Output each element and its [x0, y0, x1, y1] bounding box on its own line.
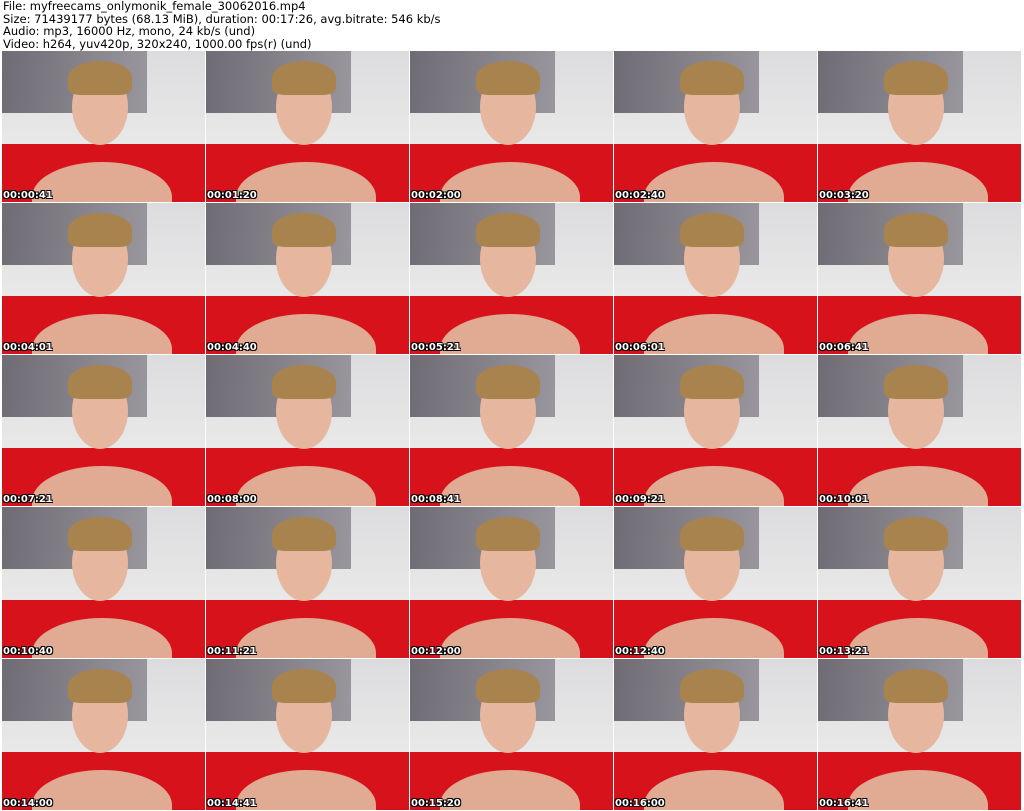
video-thumbnail: 00:07:21	[2, 355, 205, 506]
timestamp: 00:08:00	[207, 494, 257, 505]
video-thumbnail: 00:04:40	[206, 203, 409, 354]
timestamp: 00:04:01	[3, 342, 53, 353]
video-thumbnail: 00:06:41	[818, 203, 1021, 354]
person-hair	[272, 213, 336, 247]
video-thumbnail: 00:05:21	[410, 203, 613, 354]
timestamp: 00:10:40	[3, 646, 53, 657]
person-hair	[884, 517, 948, 551]
person-hair	[68, 365, 132, 399]
person-hair	[272, 365, 336, 399]
person-hair	[476, 365, 540, 399]
person-hair	[884, 213, 948, 247]
video-thumbnail: 00:14:00	[2, 659, 205, 810]
video-thumbnail: 00:09:21	[614, 355, 817, 506]
timestamp: 00:06:41	[819, 342, 869, 353]
video-thumbnail: 00:12:40	[614, 507, 817, 658]
video-thumbnail: 00:03:20	[818, 51, 1021, 202]
person-hair	[680, 61, 744, 95]
person-hair	[272, 61, 336, 95]
person-hair	[272, 669, 336, 703]
timestamp: 00:16:00	[615, 798, 665, 809]
video-thumbnail: 00:04:01	[2, 203, 205, 354]
person-hair	[476, 213, 540, 247]
video-thumbnail: 00:10:40	[2, 507, 205, 658]
video-thumbnail: 00:13:21	[818, 507, 1021, 658]
video-thumbnail: 00:16:00	[614, 659, 817, 810]
person-hair	[680, 517, 744, 551]
timestamp: 00:08:41	[411, 494, 461, 505]
timestamp: 00:11:21	[207, 646, 257, 657]
person-hair	[884, 365, 948, 399]
person-hair	[68, 213, 132, 247]
video-thumbnail: 00:15:20	[410, 659, 613, 810]
video-thumbnail: 00:00:41	[2, 51, 205, 202]
timestamp: 00:02:40	[615, 190, 665, 201]
person-hair	[680, 213, 744, 247]
thumbnail-grid: 00:00:41 00:01:20 00:02:00 00:02:40 00:03:20…	[2, 51, 1021, 810]
video-thumbnail: 00:16:41	[818, 659, 1021, 810]
video-thumbnail: 00:02:00	[410, 51, 613, 202]
timestamp: 00:15:20	[411, 798, 461, 809]
timestamp: 00:10:01	[819, 494, 869, 505]
video-thumbnail: 00:11:21	[206, 507, 409, 658]
timestamp: 00:14:41	[207, 798, 257, 809]
person-hair	[68, 517, 132, 551]
timestamp: 00:06:01	[615, 342, 665, 353]
person-hair	[680, 365, 744, 399]
video-thumbnail: 00:08:00	[206, 355, 409, 506]
video-thumbnail: 00:14:41	[206, 659, 409, 810]
timestamp: 00:12:00	[411, 646, 461, 657]
timestamp: 00:04:40	[207, 342, 257, 353]
timestamp: 00:01:20	[207, 190, 257, 201]
file-name: File: myfreecams_onlymonik_female_300620…	[3, 0, 306, 13]
video-info: Video: h264, yuv420p, 320x240, 1000.00 f…	[3, 36, 312, 51]
person-hair	[680, 669, 744, 703]
video-thumbnail: 00:08:41	[410, 355, 613, 506]
timestamp: 00:00:41	[3, 190, 53, 201]
video-thumbnail: 00:06:01	[614, 203, 817, 354]
person-hair	[68, 61, 132, 95]
video-thumbnail: 00:12:00	[410, 507, 613, 658]
person-hair	[884, 61, 948, 95]
timestamp: 00:14:00	[3, 798, 53, 809]
audio-info: Audio: mp3, 16000 Hz, mono, 24 kb/s (und…	[3, 24, 256, 38]
person-hair	[476, 517, 540, 551]
person-hair	[68, 669, 132, 703]
person-hair	[476, 61, 540, 95]
timestamp: 00:09:21	[615, 494, 665, 505]
person-hair	[476, 669, 540, 703]
person-hair	[272, 517, 336, 551]
timestamp: 00:05:21	[411, 342, 461, 353]
timestamp: 00:13:21	[819, 646, 869, 657]
timestamp: 00:16:41	[819, 798, 869, 809]
timestamp: 00:03:20	[819, 190, 869, 201]
person-hair	[884, 669, 948, 703]
video-thumbnail: 00:10:01	[818, 355, 1021, 506]
video-thumbnail: 00:01:20	[206, 51, 409, 202]
timestamp: 00:02:00	[411, 190, 461, 201]
timestamp: 00:12:40	[615, 646, 665, 657]
video-thumbnail: 00:02:40	[614, 51, 817, 202]
file-info: File: myfreecams_onlymonik_female_300620…	[3, 0, 441, 50]
timestamp: 00:07:21	[3, 494, 53, 505]
